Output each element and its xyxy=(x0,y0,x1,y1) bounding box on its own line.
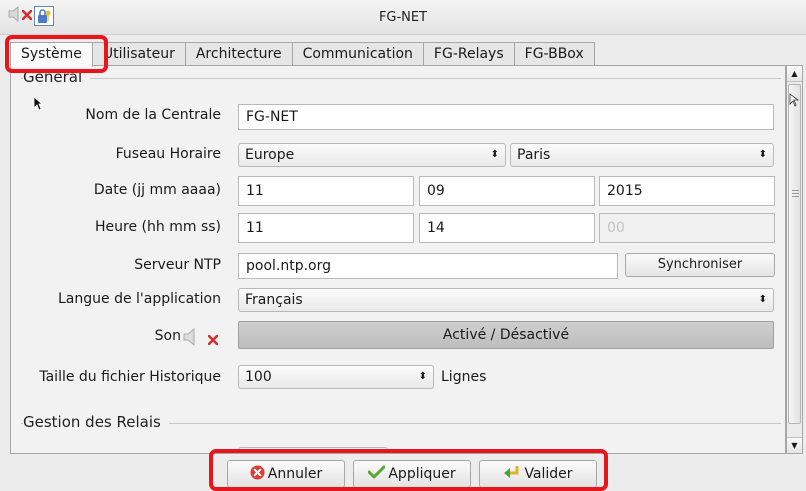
tab-bar: Système Utilisateur Architecture Communi… xyxy=(10,42,595,67)
tab-fg-bbox[interactable]: FG-BBox xyxy=(513,42,595,66)
nom-centrale-input[interactable]: FG-NET xyxy=(238,104,774,130)
taille-label: Taille du fichier Historique xyxy=(39,369,221,385)
enter-arrow-icon xyxy=(503,465,521,483)
select-arrows-icon: ⬍ xyxy=(418,371,427,382)
langue-value: Français xyxy=(245,292,303,308)
section-title-relais: Gestion des Relais xyxy=(23,413,169,431)
section-divider xyxy=(21,78,781,79)
select-arrows-icon: ⬍ xyxy=(758,149,767,160)
tab-systeme[interactable]: Système xyxy=(10,42,93,67)
mute-cross-icon xyxy=(207,333,219,349)
tab-utilisateur[interactable]: Utilisateur xyxy=(91,42,186,66)
select-arrows-icon: ⬍ xyxy=(490,149,499,160)
taille-select[interactable]: 100 ⬍ xyxy=(238,365,434,389)
appliquer-button[interactable]: Appliquer xyxy=(353,460,471,488)
heure-hours-input[interactable]: 11 xyxy=(238,213,414,243)
appliquer-label: Appliquer xyxy=(388,466,456,482)
taille-unit: Lignes xyxy=(441,369,487,385)
fuseau-label: Fuseau Horaire xyxy=(115,146,221,162)
window-title: FG-NET xyxy=(378,10,428,25)
ntp-label: Serveur NTP xyxy=(134,257,221,273)
taille-value: 100 xyxy=(245,369,272,385)
date-year-input[interactable]: 2015 xyxy=(599,176,775,206)
title-bar: FG-NET xyxy=(0,0,806,35)
section-title-general: Général xyxy=(23,68,91,86)
son-label: Son xyxy=(154,328,181,344)
fuseau-city-value: Paris xyxy=(517,147,551,163)
langue-select[interactable]: Français ⬍ xyxy=(238,288,774,312)
pointer-cursor-icon xyxy=(788,93,800,111)
heure-seconds-input: 00 xyxy=(599,213,775,243)
mouse-cursor-icon xyxy=(33,96,44,115)
heure-minutes-input[interactable]: 14 xyxy=(419,213,595,243)
tab-fg-relays[interactable]: FG-Relays xyxy=(422,42,515,66)
date-day-input[interactable]: 11 xyxy=(238,176,414,206)
annuler-button[interactable]: Annuler xyxy=(227,460,345,488)
select-arrows-icon: ⬍ xyxy=(758,294,767,305)
ntp-server-input[interactable]: pool.ntp.org xyxy=(238,253,618,279)
fuseau-region-value: Europe xyxy=(245,147,295,163)
scroll-up-icon[interactable]: ▲ xyxy=(787,66,802,82)
valider-label: Valider xyxy=(524,466,573,482)
speaker-muted-icon xyxy=(183,327,197,350)
date-month-input[interactable]: 09 xyxy=(419,176,595,206)
checkmark-icon xyxy=(367,465,386,483)
relais-partial-control[interactable] xyxy=(238,447,388,453)
scroll-down-icon[interactable]: ▼ xyxy=(787,437,802,453)
app-window: FG-NET Système Utilisateur Architecture … xyxy=(0,0,806,491)
fuseau-city-select[interactable]: Paris ⬍ xyxy=(510,143,774,167)
cancel-icon xyxy=(250,464,265,484)
langue-label: Langue de l'application xyxy=(58,291,221,307)
scrollbar-thumb[interactable] xyxy=(788,84,801,424)
settings-panel: Général Nom de la Centrale FG-NET Fuseau… xyxy=(10,65,786,454)
heure-label: Heure (hh mm ss) xyxy=(95,219,221,235)
tab-architecture[interactable]: Architecture xyxy=(184,42,293,66)
synchroniser-button[interactable]: Synchroniser xyxy=(625,253,775,277)
annuler-label: Annuler xyxy=(267,466,323,482)
tab-communication[interactable]: Communication xyxy=(291,42,424,66)
vertical-scrollbar[interactable]: ▲ ▼ xyxy=(786,65,803,454)
son-toggle-button[interactable]: Activé / Désactivé xyxy=(238,321,774,349)
fuseau-region-select[interactable]: Europe ⬍ xyxy=(238,143,506,167)
date-label: Date (jj mm aaaa) xyxy=(93,182,221,198)
valider-button[interactable]: Valider xyxy=(479,460,597,488)
